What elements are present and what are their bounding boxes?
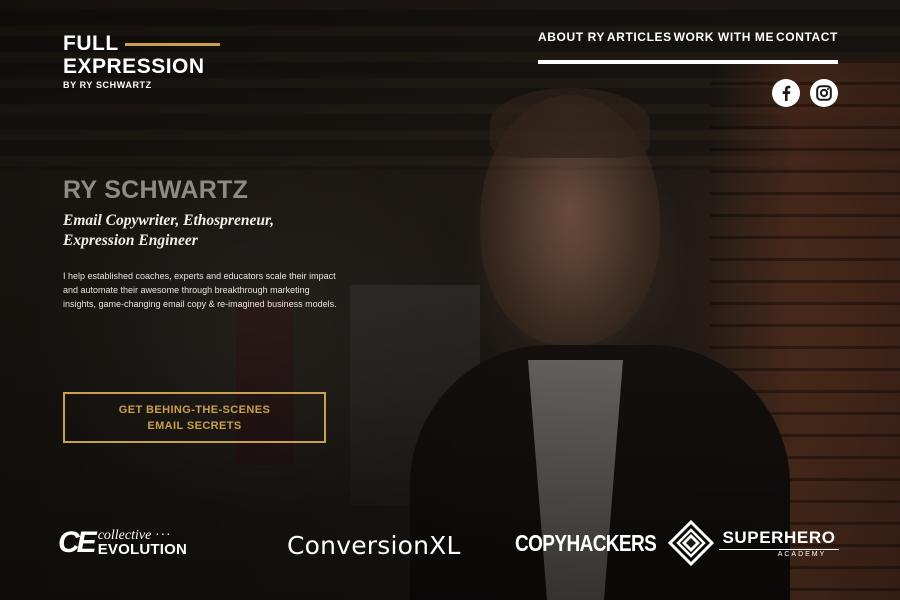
social-links [772,79,838,107]
cta-email-secrets-button[interactable]: GET BEHING-THE-SCENES EMAIL SECRETS [63,392,326,443]
logo-line1: FULL [63,33,238,55]
instagram-button[interactable] [810,79,838,107]
hero-name: RY SCHWARTZ [63,176,249,204]
main-nav: ABOUT RY ARTICLES WORK WITH ME CONTACT [538,28,838,64]
nav-articles[interactable]: ARTICLES [607,30,672,44]
hero-role: Email Copywriter, Ethospreneur, Expressi… [63,211,353,251]
logo-expression-text: EXPRESSION [63,55,205,78]
collective-evolution-bottom: EVOLUTION [97,541,187,558]
site-logo[interactable]: FULL EXPRESSION BY RY SCHWARTZ [63,33,238,90]
nav-about-ry[interactable]: ABOUT RY [538,30,605,44]
nav-list: ABOUT RY ARTICLES WORK WITH ME CONTACT [538,28,838,46]
cta-line2: EMAIL SECRETS [147,419,242,432]
superhero-top: SUPERHERO [722,527,836,547]
nav-underline [538,60,838,64]
nav-contact[interactable]: CONTACT [776,30,838,44]
logo-full-text: FULL [63,32,119,55]
copyhackers-logo: COPYHACKERS [515,531,657,557]
superhero-wordmark: SUPERHERO ACADEMY [719,527,839,558]
hero-role-line2: Expression Engineer [63,232,198,249]
superhero-academy-logo: SUPERHERO ACADEMY [668,520,839,566]
collective-evolution-wordmark: collective ··· EVOLUTION [97,529,187,558]
conversionxl-logo: ConversionXL [287,531,461,560]
hero-role-line1: Email Copywriter, Ethospreneur, [63,212,275,229]
facebook-icon [782,85,791,101]
facebook-button[interactable] [772,79,800,107]
hero-description: I help established coaches, experts and … [63,271,337,309]
superhero-diamond-icon [668,520,714,566]
press-logos: CE collective ··· EVOLUTION ConversionXL … [0,510,900,580]
collective-evolution-mark: CE [58,526,97,559]
collective-evolution-logo: CE collective ··· EVOLUTION [58,528,187,558]
logo-byline: BY RY SCHWARTZ [63,80,152,90]
superhero-bottom: ACADEMY [777,550,827,558]
cta-line1: GET BEHING-THE-SCENES [118,403,271,416]
logo-accent-bar [124,42,220,46]
nav-work-with-me[interactable]: WORK WITH ME [674,30,775,44]
superhero-divider [719,548,839,550]
instagram-icon [816,85,832,101]
